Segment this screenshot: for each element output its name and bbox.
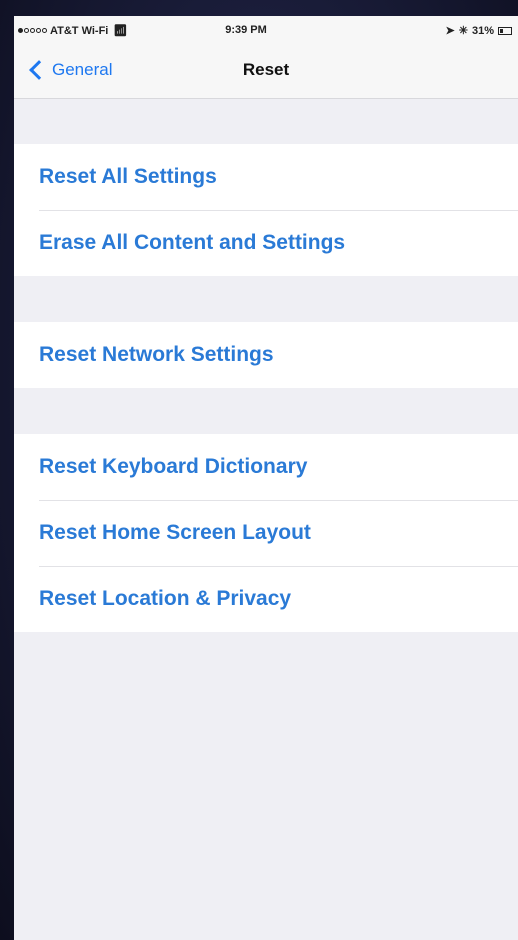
reset-group-3: Reset Keyboard Dictionary Reset Home Scr… bbox=[14, 434, 518, 632]
battery-icon bbox=[498, 26, 512, 35]
bluetooth-icon: ✳ bbox=[458, 25, 468, 37]
reset-location-privacy-button[interactable]: Reset Location & Privacy bbox=[14, 566, 518, 632]
settings-screen: AT&T Wi-Fi 📶︎ 9:39 PM ➤ ✳ 31% General Re… bbox=[14, 16, 518, 940]
status-time: 9:39 PM bbox=[225, 24, 267, 36]
page-title: Reset bbox=[242, 60, 290, 79]
reset-keyboard-dictionary-button[interactable]: Reset Keyboard Dictionary bbox=[14, 434, 518, 500]
reset-home-screen-layout-button[interactable]: Reset Home Screen Layout bbox=[14, 500, 518, 566]
reset-group-1: Reset All Settings Erase All Content and… bbox=[14, 144, 518, 276]
reset-network-settings-button[interactable]: Reset Network Settings bbox=[14, 322, 518, 388]
navigation-bar: General Reset bbox=[14, 46, 518, 99]
location-icon: ➤ bbox=[445, 25, 455, 37]
reset-group-2: Reset Network Settings bbox=[14, 322, 518, 388]
reset-all-settings-button[interactable]: Reset All Settings bbox=[14, 144, 518, 210]
status-bar: AT&T Wi-Fi 📶︎ 9:39 PM ➤ ✳ 31% bbox=[14, 16, 518, 46]
status-right: ➤ ✳ 31% bbox=[446, 24, 512, 37]
erase-all-content-button[interactable]: Erase All Content and Settings bbox=[14, 210, 518, 276]
battery-percent: 31% bbox=[471, 24, 494, 37]
